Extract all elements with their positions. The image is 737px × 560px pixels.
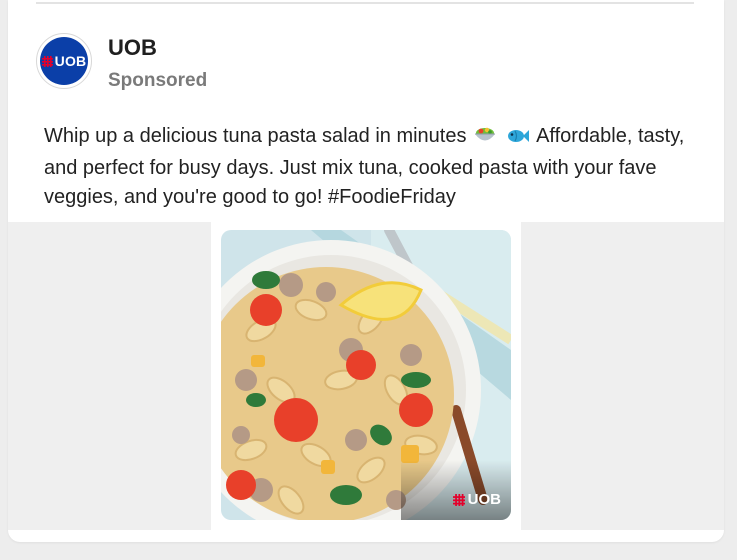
watermark-text: UOB	[467, 491, 501, 508]
post-text-part1: Whip up a delicious tuna pasta salad in …	[44, 125, 467, 147]
uob-mark-icon	[41, 55, 53, 67]
ad-image[interactable]: UOB	[221, 230, 511, 520]
uob-watermark: UOB	[452, 491, 501, 508]
media-area: UOB	[8, 222, 724, 530]
uob-logo: UOB	[40, 37, 88, 85]
post-text: Whip up a delicious tuna pasta salad in …	[44, 122, 694, 212]
ad-post-card: UOB UOB Sponsored Whip up a delicious tu…	[8, 0, 724, 542]
top-divider	[36, 2, 694, 4]
salad-bowl-icon	[474, 125, 496, 154]
uob-mark-icon	[452, 493, 465, 506]
media-frame: UOB	[211, 222, 521, 530]
author-name[interactable]: UOB	[108, 35, 157, 61]
avatar[interactable]: UOB	[36, 33, 92, 89]
sponsored-label: Sponsored	[108, 70, 208, 91]
logo-text: UOB	[54, 53, 87, 69]
fish-icon	[506, 125, 530, 154]
